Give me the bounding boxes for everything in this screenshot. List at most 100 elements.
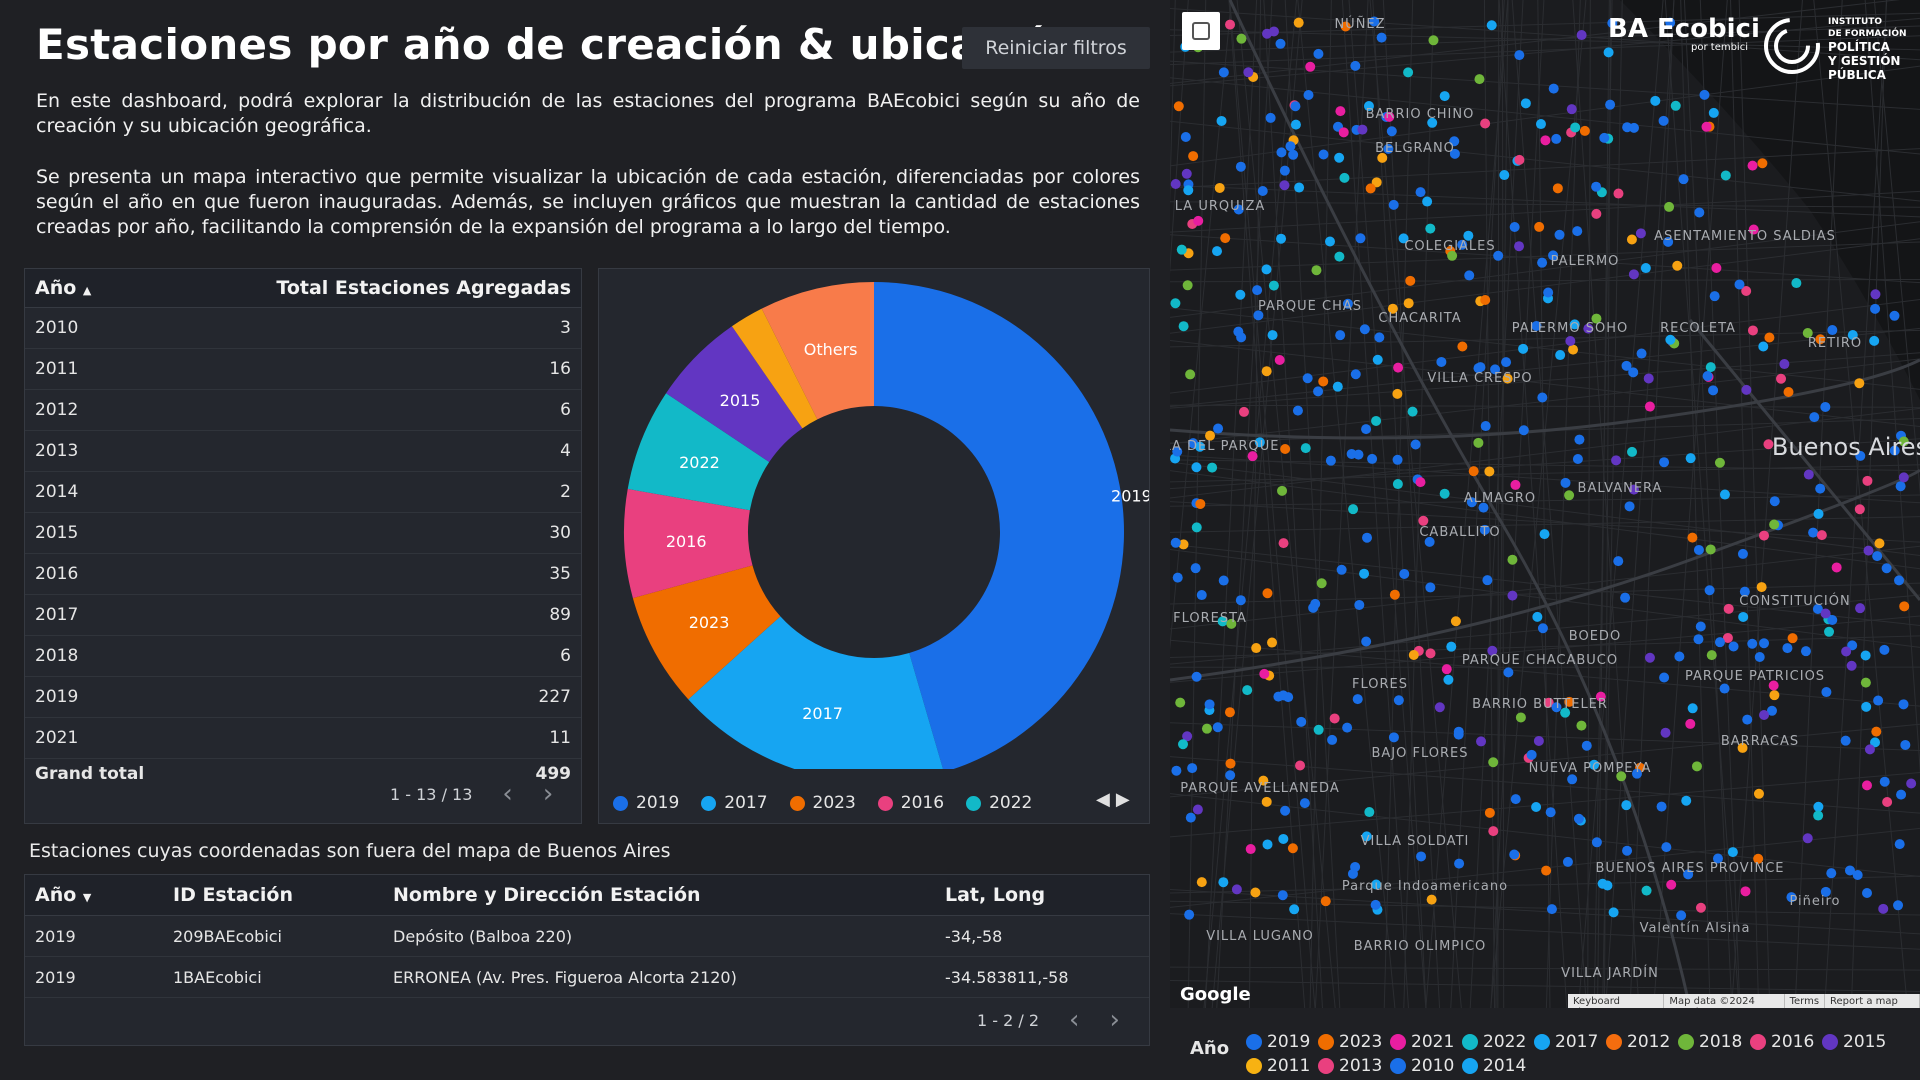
station-marker[interactable] <box>1705 362 1716 373</box>
station-marker[interactable] <box>1416 851 1427 862</box>
station-marker[interactable] <box>1860 650 1871 661</box>
station-marker[interactable] <box>1181 168 1192 179</box>
station-marker[interactable] <box>1259 668 1270 679</box>
station-marker[interactable] <box>1769 519 1780 530</box>
station-marker[interactable] <box>1267 637 1278 648</box>
station-marker[interactable] <box>1896 789 1907 800</box>
station-marker[interactable] <box>1275 38 1286 49</box>
station-marker[interactable] <box>1747 160 1758 171</box>
reset-filters-button[interactable]: Reiniciar filtros <box>962 27 1150 69</box>
station-marker[interactable] <box>1759 530 1770 541</box>
station-marker[interactable] <box>1415 477 1426 488</box>
station-marker[interactable] <box>1191 462 1202 473</box>
next-page-icon[interactable]: › <box>543 781 553 807</box>
station-marker[interactable] <box>1268 280 1279 291</box>
station-marker[interactable] <box>1265 112 1276 123</box>
station-marker[interactable] <box>1681 795 1692 806</box>
station-marker[interactable] <box>1425 648 1436 659</box>
station-marker[interactable] <box>1325 455 1336 466</box>
station-marker[interactable] <box>1484 807 1495 818</box>
station-marker[interactable] <box>1591 181 1602 192</box>
table-row[interactable]: 2014 2 <box>25 472 581 513</box>
station-marker[interactable] <box>1540 135 1551 146</box>
station-marker[interactable] <box>1238 406 1249 417</box>
station-marker[interactable] <box>1457 341 1468 352</box>
station-marker[interactable] <box>1503 667 1514 678</box>
station-marker[interactable] <box>1274 355 1285 365</box>
station-marker[interactable] <box>1568 344 1579 355</box>
station-marker[interactable] <box>1410 439 1421 450</box>
map-legend-item[interactable]: 2018 <box>1678 1032 1742 1052</box>
station-marker[interactable] <box>1408 650 1419 661</box>
station-marker[interactable] <box>1185 812 1196 823</box>
station-marker[interactable] <box>1509 221 1520 232</box>
station-marker[interactable] <box>1425 582 1436 593</box>
station-marker[interactable] <box>1741 384 1752 395</box>
station-marker[interactable] <box>1666 879 1677 890</box>
station-marker[interactable] <box>1701 121 1712 132</box>
map-canvas[interactable]: NÚÑEZ BARRIO CHINO BELGRANO LA URQUIZA COLEG… <box>1170 0 1920 1008</box>
station-marker[interactable] <box>1840 735 1851 746</box>
station-marker[interactable] <box>1236 33 1247 44</box>
station-marker[interactable] <box>1488 826 1499 837</box>
station-marker[interactable] <box>1225 19 1236 30</box>
station-marker[interactable] <box>1764 332 1775 343</box>
station-marker[interactable] <box>1758 341 1769 352</box>
map-legend-item[interactable]: 2022 <box>1462 1032 1526 1052</box>
station-marker[interactable] <box>1364 807 1375 818</box>
station-marker[interactable] <box>1392 479 1403 490</box>
station-marker[interactable] <box>1813 810 1824 821</box>
station-marker[interactable] <box>1212 722 1223 733</box>
station-marker[interactable] <box>1482 575 1493 586</box>
station-marker[interactable] <box>1737 548 1748 559</box>
station-marker[interactable] <box>1627 446 1638 457</box>
station-marker[interactable] <box>1183 185 1194 196</box>
station-marker[interactable] <box>1678 174 1689 185</box>
station-marker[interactable] <box>1533 735 1544 746</box>
station-marker[interactable] <box>1182 280 1193 291</box>
station-marker[interactable] <box>1339 172 1350 183</box>
station-marker[interactable] <box>1759 710 1770 721</box>
legend-item[interactable]: 2019 <box>613 793 679 813</box>
station-marker[interactable] <box>1855 603 1866 614</box>
station-marker[interactable] <box>1187 763 1198 774</box>
station-marker[interactable] <box>1846 660 1857 671</box>
station-marker[interactable] <box>1757 158 1768 169</box>
station-marker[interactable] <box>1644 401 1655 412</box>
station-marker[interactable] <box>1699 89 1710 100</box>
station-marker[interactable] <box>1613 188 1624 199</box>
station-marker[interactable] <box>1193 215 1204 226</box>
station-marker[interactable] <box>1879 776 1890 787</box>
station-marker[interactable] <box>1555 350 1566 361</box>
station-marker[interactable] <box>1694 207 1705 218</box>
station-marker[interactable] <box>1861 780 1872 791</box>
station-marker[interactable] <box>1287 843 1298 854</box>
station-marker[interactable] <box>1719 683 1730 694</box>
station-marker[interactable] <box>1261 264 1272 275</box>
station-marker[interactable] <box>1747 638 1758 649</box>
station-marker[interactable] <box>1486 20 1497 31</box>
station-marker[interactable] <box>1515 712 1526 723</box>
station-marker[interactable] <box>1709 291 1720 302</box>
station-marker[interactable] <box>1318 149 1329 160</box>
station-marker[interactable] <box>1708 385 1719 396</box>
station-marker[interactable] <box>1499 170 1510 181</box>
station-marker[interactable] <box>1813 801 1824 812</box>
legend-prev-icon[interactable]: ◀ <box>1096 789 1110 810</box>
station-marker[interactable] <box>1854 504 1865 515</box>
station-marker[interactable] <box>1518 425 1529 436</box>
station-marker[interactable] <box>1327 734 1338 745</box>
station-marker[interactable] <box>1288 149 1299 160</box>
station-marker[interactable] <box>1827 325 1838 336</box>
station-marker[interactable] <box>1870 289 1881 300</box>
station-marker[interactable] <box>1620 592 1631 603</box>
station-marker[interactable] <box>1628 367 1639 378</box>
station-marker[interactable] <box>1510 794 1521 805</box>
station-marker[interactable] <box>1562 856 1573 867</box>
station-marker[interactable] <box>1235 289 1246 300</box>
station-marker[interactable] <box>1359 324 1370 335</box>
station-marker[interactable] <box>1392 388 1403 399</box>
station-marker[interactable] <box>1658 115 1669 126</box>
station-marker[interactable] <box>1480 118 1491 129</box>
station-marker[interactable] <box>1392 454 1403 465</box>
